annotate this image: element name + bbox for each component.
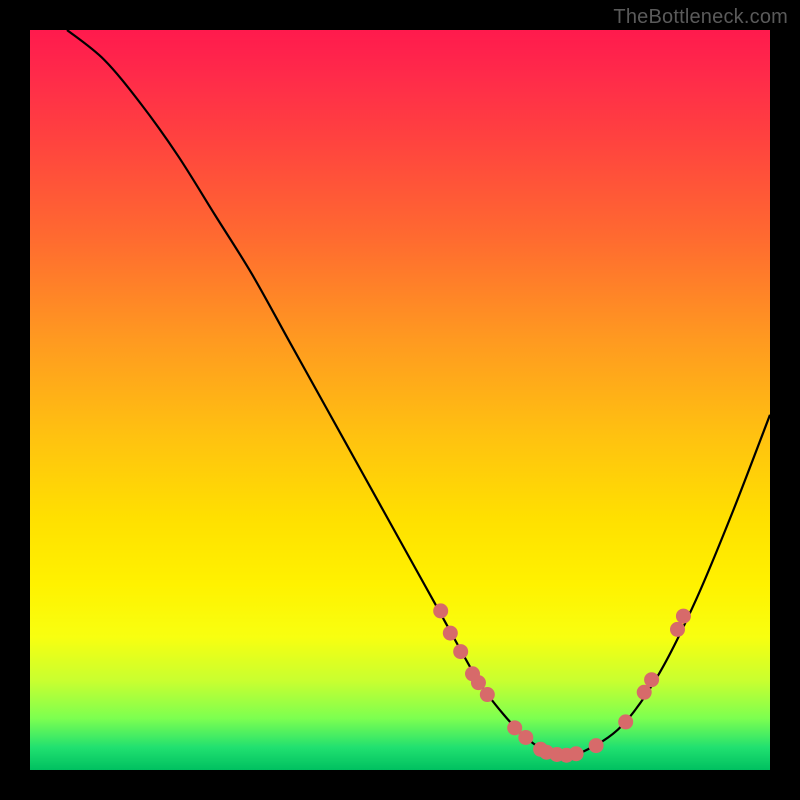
data-point xyxy=(471,675,486,690)
data-point xyxy=(480,687,495,702)
data-point xyxy=(589,738,604,753)
data-point xyxy=(433,603,448,618)
chart-container: TheBottleneck.com xyxy=(0,0,800,800)
data-point xyxy=(676,609,691,624)
data-points xyxy=(433,603,691,762)
data-point xyxy=(518,730,533,745)
bottleneck-curve xyxy=(67,30,770,755)
plot-svg xyxy=(30,30,770,770)
data-point xyxy=(637,685,652,700)
data-point xyxy=(453,644,468,659)
data-point xyxy=(443,626,458,641)
watermark-text: TheBottleneck.com xyxy=(613,6,788,29)
data-point xyxy=(670,622,685,637)
data-point xyxy=(618,714,633,729)
data-point xyxy=(644,672,659,687)
plot-area xyxy=(30,30,770,770)
data-point xyxy=(569,746,584,761)
